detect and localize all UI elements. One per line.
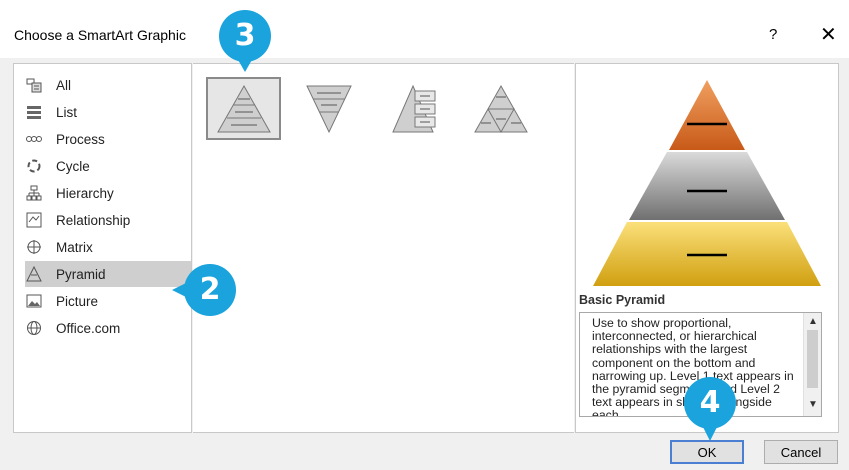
category-all[interactable]: All [25, 72, 191, 98]
category-list[interactable]: List [25, 99, 191, 125]
category-relationship[interactable]: Relationship [25, 207, 191, 233]
category-picture[interactable]: Picture [25, 288, 191, 314]
category-process[interactable]: Process [25, 126, 191, 152]
step-2-label: 2 [199, 272, 221, 307]
category-label: Cycle [56, 158, 90, 174]
category-label: Matrix [56, 239, 93, 255]
pyramid-list-thumbnail-icon [391, 84, 435, 132]
category-label: Relationship [56, 212, 131, 228]
hierarchy-icon [25, 184, 43, 202]
cycle-icon [25, 157, 43, 175]
matrix-icon [25, 238, 43, 256]
process-icon [25, 130, 43, 148]
layout-gallery [193, 63, 574, 433]
pyramid-preview-image [593, 80, 821, 286]
category-label: Hierarchy [56, 185, 114, 201]
basic-pyramid-thumbnail-icon [216, 84, 271, 132]
category-label: Office.com [56, 320, 121, 336]
category-label: Picture [56, 293, 99, 309]
pyramid-icon [25, 265, 43, 283]
close-button[interactable]: ✕ [820, 22, 837, 47]
layout-basic-pyramid[interactable] [206, 77, 281, 140]
scroll-thumb[interactable] [807, 330, 818, 388]
help-button[interactable]: ? [769, 26, 777, 43]
category-label: Process [56, 131, 105, 147]
step-3-label: 3 [234, 18, 256, 53]
scroll-down-icon[interactable]: ▼ [808, 399, 818, 410]
list-icon [25, 103, 43, 121]
description-scrollbar[interactable]: ▲ ▼ [803, 313, 821, 416]
category-hierarchy[interactable]: Hierarchy [25, 180, 191, 206]
category-pyramid[interactable]: Pyramid [25, 261, 191, 287]
layout-segmented-pyramid[interactable] [463, 77, 538, 140]
picture-icon [25, 292, 43, 310]
category-label: All [56, 77, 72, 93]
cancel-button[interactable]: Cancel [764, 440, 838, 464]
layout-name: Basic Pyramid [579, 293, 666, 307]
category-label: List [56, 104, 78, 120]
inverted-pyramid-thumbnail-icon [305, 85, 352, 133]
category-list: All List Process Cycle Hierarchy Relatio… [13, 63, 192, 433]
step-4-callout: 4 [680, 375, 740, 445]
scroll-up-icon[interactable]: ▲ [808, 316, 818, 327]
globe-icon [25, 319, 43, 337]
category-label: Pyramid [56, 266, 106, 282]
category-office-com[interactable]: Office.com [25, 315, 191, 341]
relationship-icon [25, 211, 43, 229]
pyramid-top-segment [669, 80, 745, 150]
step-3-callout: 3 [215, 8, 275, 80]
dialog-title: Choose a SmartArt Graphic [14, 27, 186, 43]
step-2-callout: 2 [168, 262, 240, 318]
all-icon [25, 76, 43, 94]
category-matrix[interactable]: Matrix [25, 234, 191, 260]
pyramid-middle-segment [629, 152, 785, 220]
title-bar: Choose a SmartArt Graphic ? ✕ [0, 0, 849, 58]
category-cycle[interactable]: Cycle [25, 153, 191, 179]
segmented-pyramid-thumbnail-icon [473, 84, 528, 133]
step-4-label: 4 [699, 385, 721, 420]
layout-inverted-pyramid[interactable] [291, 77, 366, 140]
layout-pyramid-list[interactable] [385, 77, 460, 140]
